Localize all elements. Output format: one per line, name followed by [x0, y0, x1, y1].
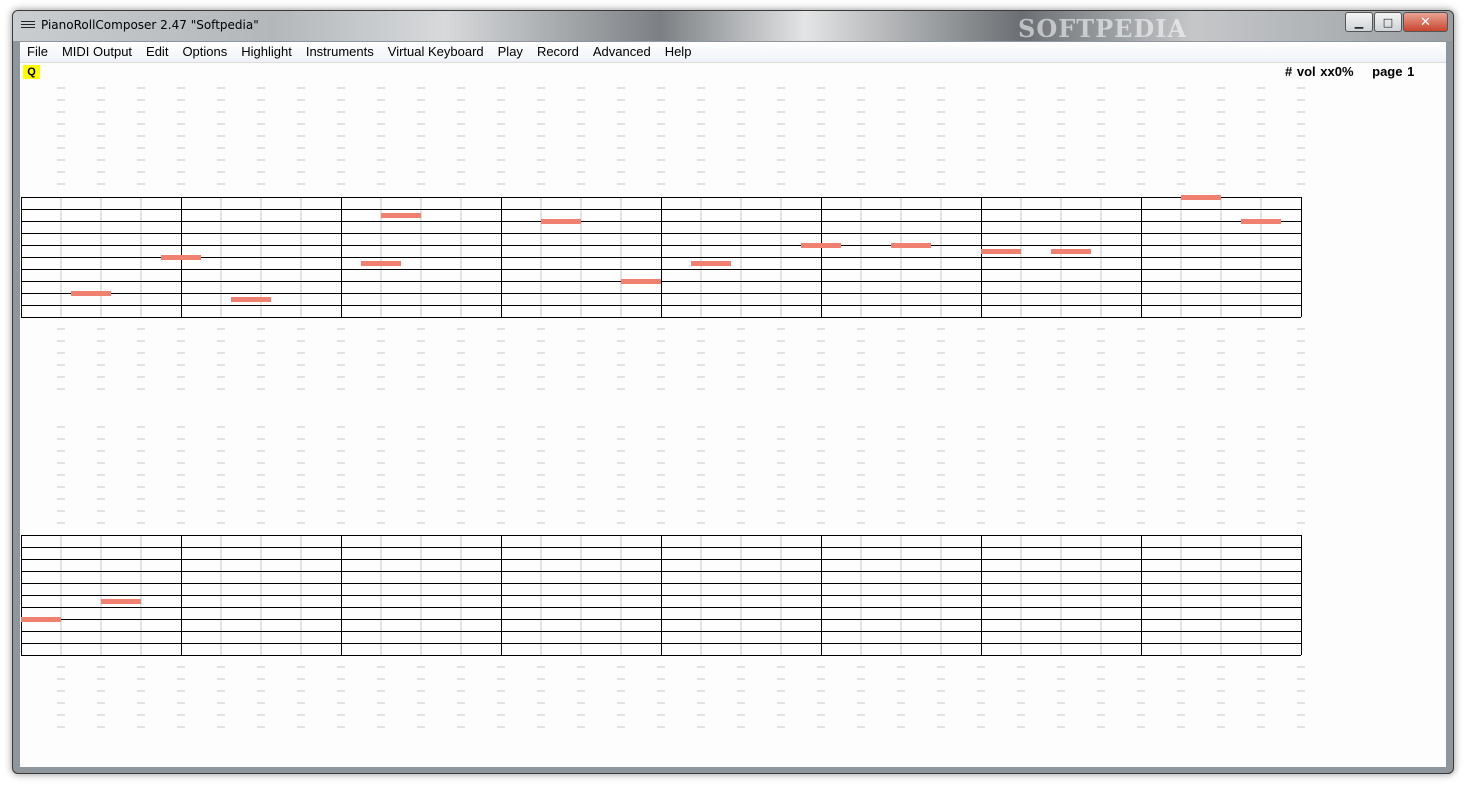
- note-bar: [361, 261, 401, 266]
- note-bar: [981, 249, 1021, 254]
- piano-roll-canvas[interactable]: [20, 63, 1446, 767]
- piano-roll-area[interactable]: Q # vol xx0% page 1: [20, 62, 1446, 767]
- watermark-logo: SOFTPEDIA: [1018, 14, 1188, 43]
- menu-advanced[interactable]: Advanced: [586, 42, 658, 62]
- close-icon: ✕: [1420, 14, 1431, 30]
- app-window: PianoRollComposer 2.47 "Softpedia" SOFTP…: [12, 10, 1454, 774]
- menu-highlight[interactable]: Highlight: [234, 42, 299, 62]
- note-bar: [161, 255, 201, 260]
- note-bar: [691, 261, 731, 266]
- menu-edit[interactable]: Edit: [139, 42, 175, 62]
- menu-bar: File MIDI Output Edit Options Highlight …: [20, 42, 1446, 62]
- window-title: PianoRollComposer 2.47 "Softpedia": [41, 18, 259, 32]
- menu-options[interactable]: Options: [175, 42, 234, 62]
- note-bar: [801, 243, 841, 248]
- page-indicator: page 1: [1372, 64, 1415, 79]
- menu-midi-output[interactable]: MIDI Output: [55, 42, 139, 62]
- minimize-icon: ▁: [1354, 15, 1364, 29]
- menu-help[interactable]: Help: [658, 42, 699, 62]
- note-bar: [381, 213, 421, 218]
- accidental-indicator: #: [1285, 64, 1293, 79]
- note-bar: [891, 243, 931, 248]
- minimize-button[interactable]: ▁: [1345, 12, 1373, 32]
- maximize-icon: □: [1382, 15, 1394, 29]
- note-bar: [71, 291, 111, 296]
- note-bar: [231, 297, 271, 302]
- note-bar: [1181, 195, 1221, 200]
- menu-record[interactable]: Record: [530, 42, 586, 62]
- status-readout: # vol xx0% page 1: [1285, 64, 1414, 79]
- note-bar: [101, 599, 141, 604]
- close-button[interactable]: ✕: [1403, 12, 1448, 32]
- quantize-button[interactable]: Q: [23, 65, 40, 79]
- menu-virtual-keyboard[interactable]: Virtual Keyboard: [381, 42, 491, 62]
- note-bar: [541, 219, 581, 224]
- maximize-button[interactable]: □: [1374, 12, 1402, 32]
- title-bar[interactable]: PianoRollComposer 2.47 "Softpedia" SOFTP…: [13, 11, 1453, 43]
- note-bar: [1051, 249, 1091, 254]
- note-bar: [1241, 219, 1281, 224]
- menu-file[interactable]: File: [20, 42, 55, 62]
- note-bar: [21, 617, 61, 622]
- menu-instruments[interactable]: Instruments: [299, 42, 381, 62]
- volume-readout: vol xx0%: [1296, 64, 1354, 79]
- menu-play[interactable]: Play: [491, 42, 530, 62]
- system-menu-icon[interactable]: [21, 21, 35, 31]
- note-bar: [621, 279, 661, 284]
